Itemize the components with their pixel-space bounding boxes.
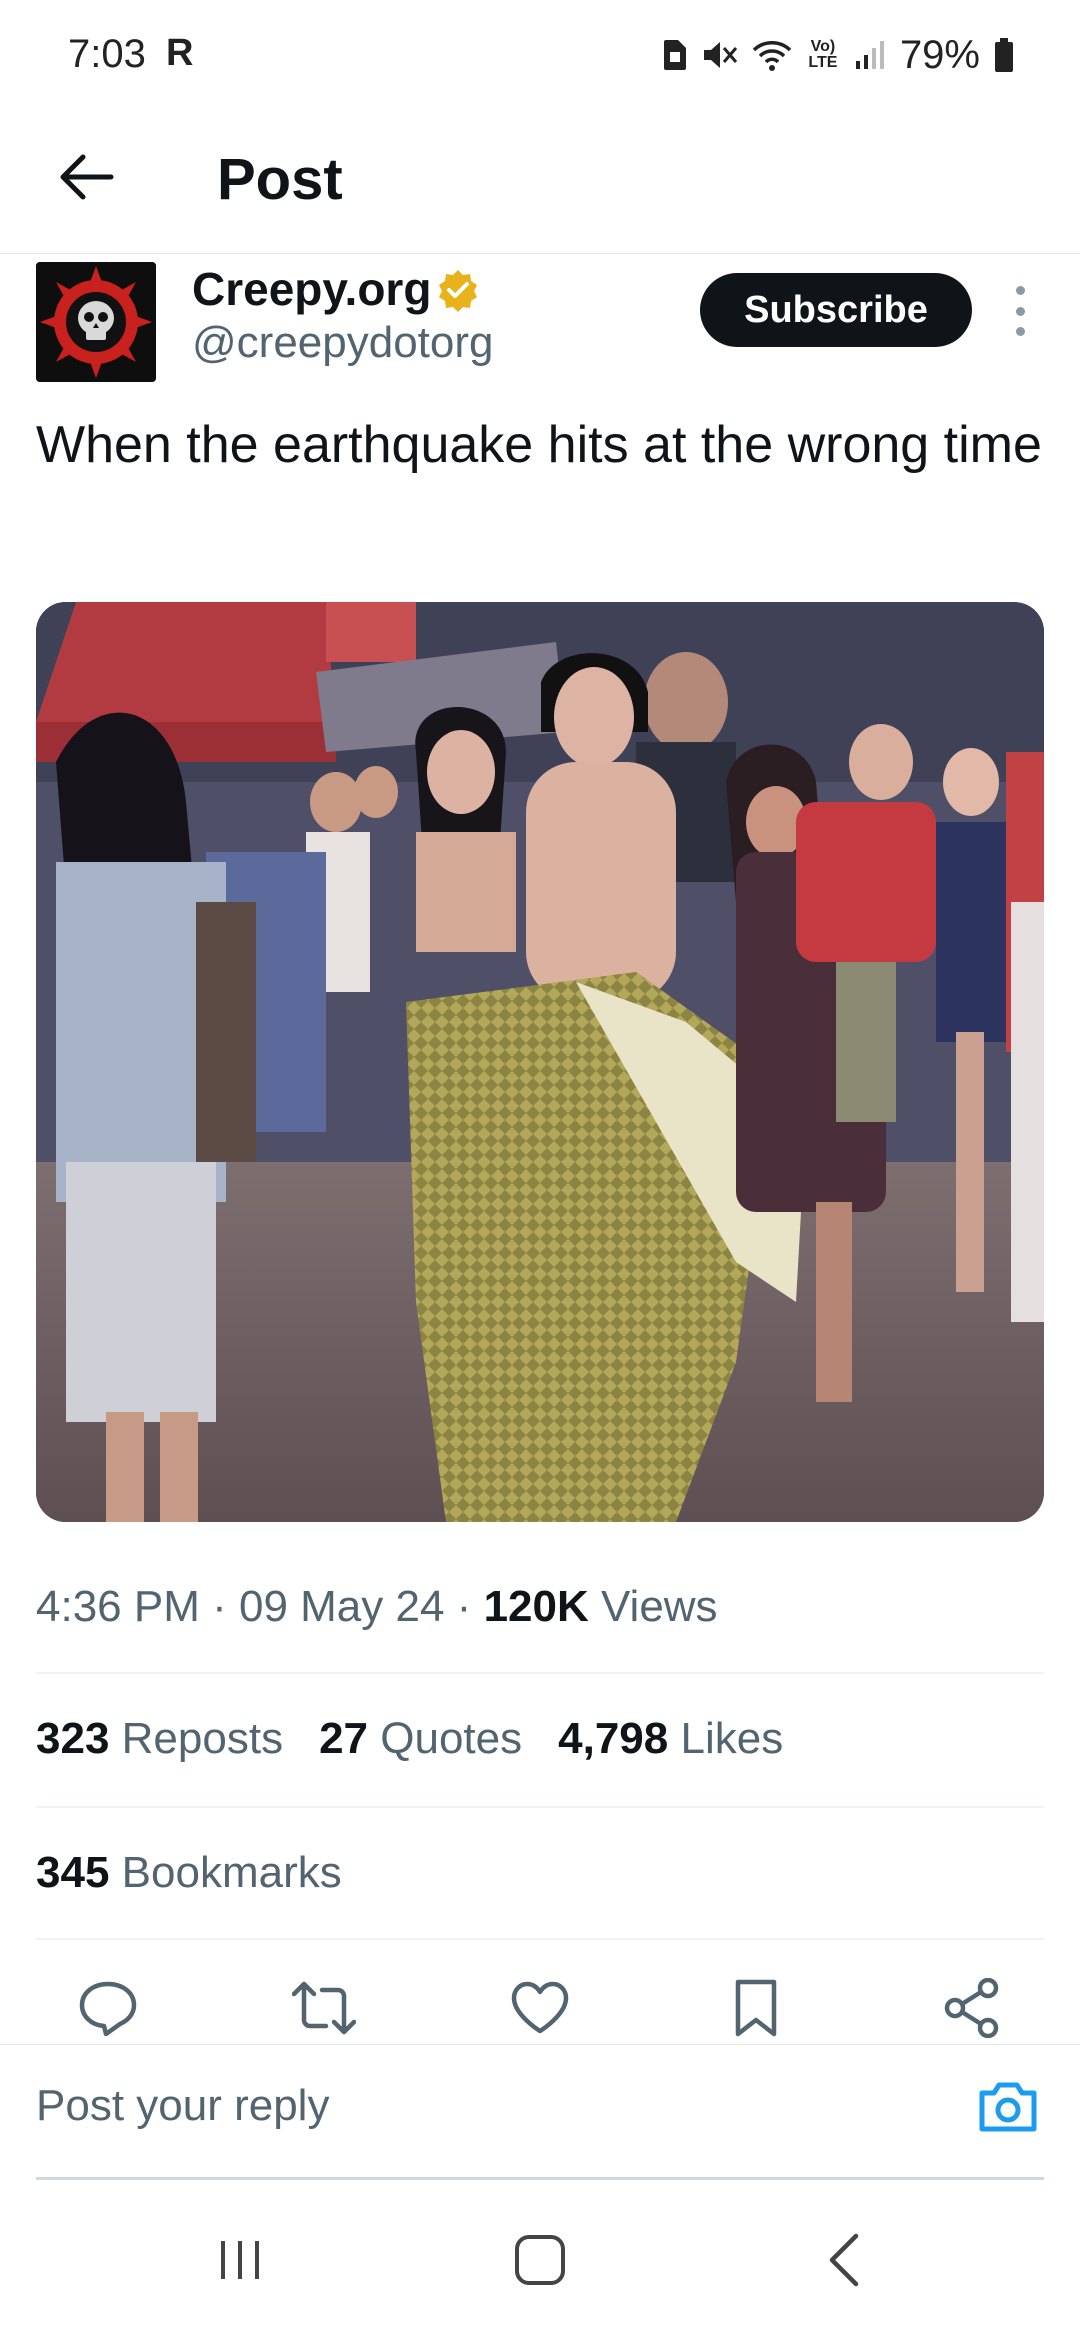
- post-meta: 4:36 PM · 09 May 24 · 120K Views: [36, 1582, 718, 1631]
- skull-logo-icon: [36, 262, 156, 382]
- reposts-stat[interactable]: 323 Reposts: [36, 1714, 283, 1764]
- battery-percent: 79%: [899, 32, 980, 77]
- reply-button[interactable]: [74, 1974, 142, 2042]
- reply-bar: Post your reply: [0, 2044, 1080, 2180]
- home-icon: [515, 2235, 565, 2285]
- quotes-count: 27: [319, 1714, 369, 1763]
- bookmarks-count: 345: [36, 1848, 110, 1897]
- status-time: 7:03: [68, 32, 146, 76]
- bookmark-icon: [735, 1979, 777, 2037]
- bookmarks-stat[interactable]: 345 Bookmarks: [36, 1848, 342, 1898]
- home-button[interactable]: [500, 2220, 580, 2300]
- back-button[interactable]: [52, 142, 122, 212]
- network-label: Vo) LTE: [808, 38, 838, 71]
- back-nav-button[interactable]: [804, 2220, 884, 2300]
- status-icons: Vo) LTE 79%: [662, 30, 1014, 80]
- subscribe-button[interactable]: Subscribe: [700, 273, 972, 347]
- likes-count: 4,798: [558, 1714, 669, 1763]
- quotes-stat[interactable]: 27 Quotes: [319, 1714, 522, 1764]
- quotes-label: Quotes: [380, 1714, 523, 1763]
- recents-button[interactable]: [200, 2220, 280, 2300]
- avatar[interactable]: [36, 262, 156, 382]
- divider: [36, 1672, 1044, 1674]
- battery-icon: [995, 38, 1013, 72]
- wifi-icon: [752, 41, 792, 71]
- system-nav-bar: [0, 2180, 1080, 2340]
- views-count: 120K: [483, 1582, 589, 1631]
- dot-icon: [1015, 306, 1025, 316]
- post-date: 09 May 24: [238, 1582, 445, 1631]
- camera-icon: [979, 2082, 1037, 2132]
- author-name[interactable]: Creepy.org: [192, 262, 431, 316]
- divider: [36, 1806, 1044, 1808]
- mute-icon: [703, 42, 738, 68]
- share-button[interactable]: [938, 1974, 1006, 2042]
- engagement-stats: 323 Reposts 27 Quotes 4,798 Likes: [36, 1714, 819, 1764]
- photo-illustration: [36, 602, 1044, 1522]
- camera-button[interactable]: [976, 2075, 1040, 2139]
- page-title: Post: [217, 147, 343, 212]
- tweet-photo[interactable]: [36, 602, 1044, 1522]
- views-label: Views: [600, 1582, 718, 1631]
- like-button[interactable]: [506, 1974, 574, 2042]
- repost-button[interactable]: [290, 1974, 358, 2042]
- repost-icon: [292, 1981, 356, 2035]
- post-time: 4:36 PM: [36, 1582, 200, 1631]
- recents-icon: [221, 2241, 259, 2279]
- top-app-bar: Post: [0, 118, 1080, 254]
- author-handle[interactable]: @creepydotorg: [192, 318, 494, 368]
- share-icon: [944, 1978, 999, 2038]
- action-bar: [0, 1974, 1080, 2042]
- dot-icon: [1015, 286, 1025, 295]
- sim-icon: [663, 40, 686, 70]
- back-icon: [829, 2233, 859, 2287]
- carrier-badge: R: [166, 32, 194, 74]
- more-options-button[interactable]: [1006, 286, 1034, 336]
- divider: [36, 1938, 1044, 1940]
- signal-icon: [855, 41, 884, 69]
- dot-icon: [1015, 327, 1025, 336]
- bookmark-button[interactable]: [722, 1974, 790, 2042]
- likes-label: Likes: [680, 1714, 784, 1763]
- verified-badge-icon: [439, 270, 477, 312]
- reposts-label: Reposts: [121, 1714, 284, 1763]
- tweet-text: When the earthquake hits at the wrong ti…: [36, 416, 1042, 474]
- likes-stat[interactable]: 4,798 Likes: [558, 1714, 783, 1764]
- like-icon: [511, 1981, 569, 2034]
- status-bar: 7:03 R Vo) LTE 79%: [0, 0, 1080, 118]
- arrow-left-icon: [60, 154, 114, 200]
- reposts-count: 323: [36, 1714, 110, 1763]
- reply-input[interactable]: Post your reply: [36, 2081, 329, 2131]
- bookmarks-label: Bookmarks: [121, 1848, 342, 1897]
- reply-icon: [79, 1981, 137, 2036]
